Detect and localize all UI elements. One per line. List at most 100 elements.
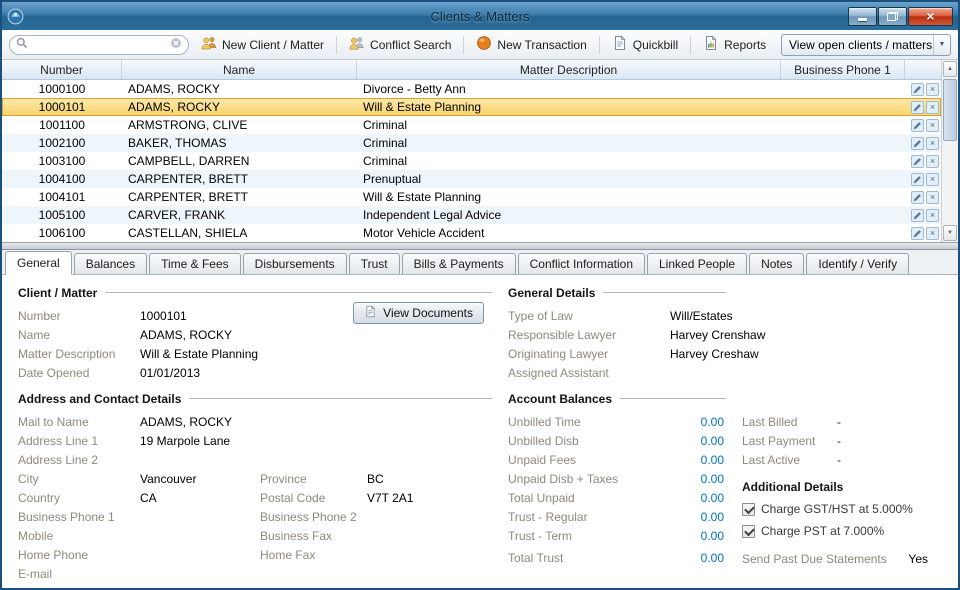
table-row[interactable]: 1004101 CARPENTER, BRETT Will & Estate P… [2, 188, 941, 206]
view-documents-button[interactable]: View Documents [353, 302, 484, 324]
row-actions: × [905, 227, 941, 240]
checkbox-row[interactable]: Charge PST at 7.000% [742, 520, 934, 542]
balance-label: Trust - Term [508, 529, 658, 543]
scroll-down-icon[interactable]: ▼ [943, 225, 957, 241]
restore-button[interactable] [878, 7, 907, 26]
delete-row-button[interactable]: × [926, 83, 939, 96]
tab-bills-payments[interactable]: Bills & Payments [402, 253, 516, 274]
clear-search-icon[interactable] [170, 37, 182, 52]
edit-row-button[interactable] [911, 137, 924, 150]
field-row: Home Phone Home Fax [18, 545, 492, 564]
history-label: Last Billed [742, 415, 837, 429]
delete-row-button[interactable]: × [926, 101, 939, 114]
cell-matter-description: Prenuptual [357, 172, 781, 186]
minimize-button[interactable] [848, 7, 877, 26]
edit-row-button[interactable] [911, 155, 924, 168]
search-input[interactable] [32, 38, 166, 52]
tab-conflict-information[interactable]: Conflict Information [518, 253, 645, 274]
tab-identify-verify[interactable]: Identify / Verify [806, 253, 909, 274]
table-row[interactable]: 1001100 ARMSTRONG, CLIVE Criminal × [2, 116, 941, 134]
cell-matter-description: Motor Vehicle Accident [357, 226, 781, 240]
pane-splitter[interactable] [2, 242, 958, 250]
section-heading-address: Address and Contact Details [18, 390, 492, 407]
field-label: Mail to Name [18, 415, 140, 429]
field-label: Responsible Lawyer [508, 328, 670, 342]
delete-row-button[interactable]: × [926, 191, 939, 204]
edit-row-button[interactable] [911, 227, 924, 240]
cell-matter-description: Will & Estate Planning [357, 100, 781, 114]
checkbox[interactable] [742, 503, 755, 516]
tab-notes[interactable]: Notes [749, 253, 804, 274]
cell-matter-description: Will & Estate Planning [357, 190, 781, 204]
checkbox[interactable] [742, 525, 755, 538]
column-header-business-phone-1[interactable]: Business Phone 1 [781, 60, 905, 79]
quickbill-button[interactable]: Quickbill [604, 32, 686, 57]
toolbar: New Client / Matter Conflict Search New … [2, 30, 958, 60]
close-button[interactable]: × [908, 7, 953, 26]
table-row[interactable]: 1002100 BAKER, THOMAS Criminal × [2, 134, 941, 152]
table-row[interactable]: 1000101 ADAMS, ROCKY Will & Estate Plann… [2, 98, 941, 116]
table-header: Number Name Matter Description Business … [2, 60, 941, 80]
field-row: Mail to Name ADAMS, ROCKY [18, 412, 492, 431]
table-row[interactable]: 1004100 CARPENTER, BRETT Prenuptual × [2, 170, 941, 188]
minimize-icon [858, 18, 867, 21]
title-bar[interactable]: Clients & Matters × [2, 2, 958, 30]
field-row: City Vancouver Province BC [18, 469, 492, 488]
balance-row: Unpaid Disb + Taxes 0.00 [508, 469, 724, 488]
balance-label: Unpaid Fees [508, 453, 658, 467]
field-value: Harvey Crenshaw [670, 328, 765, 342]
cell-matter-description: Independent Legal Advice [357, 208, 781, 222]
field-row: Business Phone 1 Business Phone 2 [18, 507, 492, 526]
detail-pane: Client / Matter Number 1000101 Name ADAM… [2, 275, 958, 588]
column-header-matter-description[interactable]: Matter Description [357, 60, 781, 79]
edit-row-button[interactable] [911, 209, 924, 222]
delete-row-button[interactable]: × [926, 173, 939, 186]
field-label: Name [18, 328, 140, 342]
button-label: New Client / Matter [222, 38, 324, 52]
search-box[interactable] [9, 35, 189, 55]
table-row[interactable]: 1006100 CASTELLAN, SHIELA Motor Vehicle … [2, 224, 941, 242]
new-client-matter-button[interactable]: New Client / Matter [193, 32, 332, 57]
tab-trust[interactable]: Trust [349, 253, 400, 274]
tab-linked-people[interactable]: Linked People [647, 253, 747, 274]
tab-time-fees[interactable]: Time & Fees [149, 253, 241, 274]
edit-row-button[interactable] [911, 191, 924, 204]
cell-matter-description: Criminal [357, 118, 781, 132]
delete-row-button[interactable]: × [926, 155, 939, 168]
checkbox-row[interactable]: Charge GST/HST at 5.000% [742, 498, 934, 520]
column-header-name[interactable]: Name [122, 60, 357, 79]
delete-row-button[interactable]: × [926, 119, 939, 132]
cell-number: 1005100 [2, 208, 122, 222]
field-value: ADAMS, ROCKY [140, 328, 232, 342]
tab-disbursements[interactable]: Disbursements [243, 253, 347, 274]
delete-row-button[interactable]: × [926, 137, 939, 150]
conflict-search-button[interactable]: Conflict Search [341, 32, 459, 57]
reports-button[interactable]: Reports [695, 32, 774, 57]
table-row[interactable]: 1005100 CARVER, FRANK Independent Legal … [2, 206, 941, 224]
view-filter-dropdown[interactable]: View open clients / matters ▼ [781, 34, 951, 56]
table-scrollbar[interactable]: ▲ ▼ [941, 60, 958, 242]
tab-general[interactable]: General [5, 251, 72, 275]
cell-name: CARPENTER, BRETT [122, 190, 357, 204]
table-row[interactable]: 1003100 CAMPBELL, DARREN Criminal × [2, 152, 941, 170]
new-transaction-button[interactable]: New Transaction [468, 32, 594, 57]
section-heading-general-details: General Details [508, 284, 726, 301]
scrollbar-thumb[interactable] [943, 79, 957, 141]
column-header-number[interactable]: Number [2, 60, 122, 79]
delete-row-button[interactable]: × [926, 209, 939, 222]
delete-row-button[interactable]: × [926, 227, 939, 240]
field-row: Originating Lawyer Harvey Creshaw [508, 344, 944, 363]
section-heading-account-balances: Account Balances [508, 390, 726, 407]
edit-row-button[interactable] [911, 83, 924, 96]
scroll-up-icon[interactable]: ▲ [943, 61, 957, 77]
edit-row-button[interactable] [911, 101, 924, 114]
tab-balances[interactable]: Balances [74, 253, 147, 274]
history-rows: Last Billed - Last Payment - Last Active… [742, 412, 934, 469]
scrollbar-track[interactable] [942, 78, 958, 224]
view-filter-value: View open clients / matters [789, 38, 932, 52]
edit-row-button[interactable] [911, 173, 924, 186]
field-value: Vancouver [140, 472, 260, 486]
edit-row-button[interactable] [911, 119, 924, 132]
table-row[interactable]: 1000100 ADAMS, ROCKY Divorce - Betty Ann… [2, 80, 941, 98]
field-row: Address Line 1 19 Marpole Lane [18, 431, 492, 450]
